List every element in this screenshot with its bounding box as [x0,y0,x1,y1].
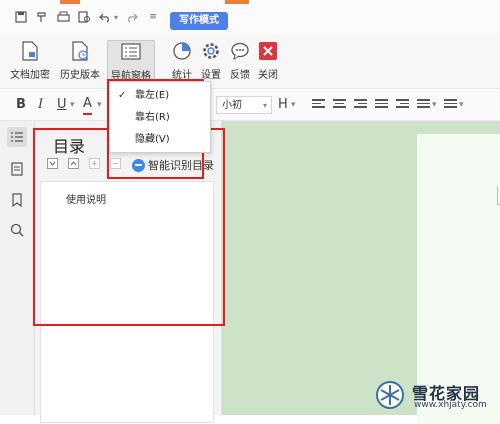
redo-icon[interactable] [124,10,138,24]
ribbon: 文档加密 历史版本 导航窗格 统计 设置 反馈 关闭 [0,34,500,89]
font-size-value: 小初 [222,100,242,111]
document-canvas[interactable] [221,121,500,424]
align-center-icon[interactable] [333,99,346,110]
format-painter-icon[interactable] [35,10,49,24]
bookmark-icon[interactable] [7,190,27,210]
print-preview-icon[interactable] [77,10,91,24]
watermark-url: www.xhjaty.com [414,400,487,410]
undo-dropdown-icon[interactable]: ▾ [112,10,120,24]
heading-button[interactable]: H [278,97,288,113]
heading-dropdown-icon[interactable]: ▾ [291,97,296,113]
nav-position-dropdown: ✓ 靠左(E) 靠右(R) 隐藏(V) [109,81,211,153]
print-icon[interactable] [56,10,70,24]
font-size-select[interactable]: 小初 ▾ [216,96,272,114]
customize-toolbar-icon[interactable]: ≡ [146,10,160,24]
document-encrypt-icon [19,40,41,62]
numbered-list-dropdown-icon[interactable]: ▾ [459,97,464,113]
font-color-dropdown-icon[interactable]: ▾ [97,97,102,113]
watermark-logo [375,380,405,410]
toc-icon[interactable] [7,127,27,147]
bullet-list-icon[interactable] [417,99,430,110]
bullet-list-dropdown-icon[interactable]: ▾ [432,97,437,113]
chevron-down-icon: ▾ [262,101,267,110]
left-sidebar [0,121,35,415]
save-icon[interactable] [14,10,28,24]
page-thumbnail-icon[interactable] [7,159,27,179]
history-version-label: 历史版本 [60,70,100,81]
indent-icon[interactable] [396,99,409,110]
align-right-icon[interactable] [354,99,367,110]
bold-button[interactable]: B [16,97,26,113]
writing-mode-button[interactable]: 写作模式 [170,12,228,30]
document-encrypt-button[interactable]: 文档加密 [7,40,53,84]
navigation-pane-icon [120,41,142,63]
justify-icon[interactable] [375,99,388,110]
menu-item-label: 靠左(E) [135,90,170,101]
menu-item-dock-right[interactable]: 靠右(R) [110,108,210,128]
underline-button[interactable]: U [57,97,67,113]
history-version-button[interactable]: 历史版本 [57,40,103,84]
align-left-icon[interactable] [312,99,325,110]
underline-dropdown-icon[interactable]: ▾ [70,97,75,113]
menu-item-label: 隐藏(V) [135,134,170,145]
history-version-icon [69,40,91,62]
numbered-list-icon[interactable] [444,99,457,110]
close-button[interactable]: 关闭 [246,40,290,84]
font-color-button[interactable]: A [83,97,92,115]
undo-icon[interactable] [98,10,112,24]
format-toolbar: B I U ▾ A ▾ 小初 ▾ H ▾ ▾ ▾ [0,90,500,121]
tab-strip-peek [225,0,249,4]
menu-item-label: 靠右(R) [135,112,170,123]
italic-button[interactable]: I [38,97,43,113]
close-icon [257,40,279,62]
checkmark-icon: ✓ [118,90,127,101]
document-encrypt-label: 文档加密 [10,70,50,81]
menu-item-hide[interactable]: 隐藏(V) [110,130,210,150]
close-label: 关闭 [258,70,278,81]
quick-access-toolbar: ▾ ≡ 写作模式 [0,0,500,34]
menu-item-dock-left[interactable]: ✓ 靠左(E) [110,86,210,106]
tab-strip-peek [60,0,80,4]
search-icon[interactable] [7,220,27,240]
